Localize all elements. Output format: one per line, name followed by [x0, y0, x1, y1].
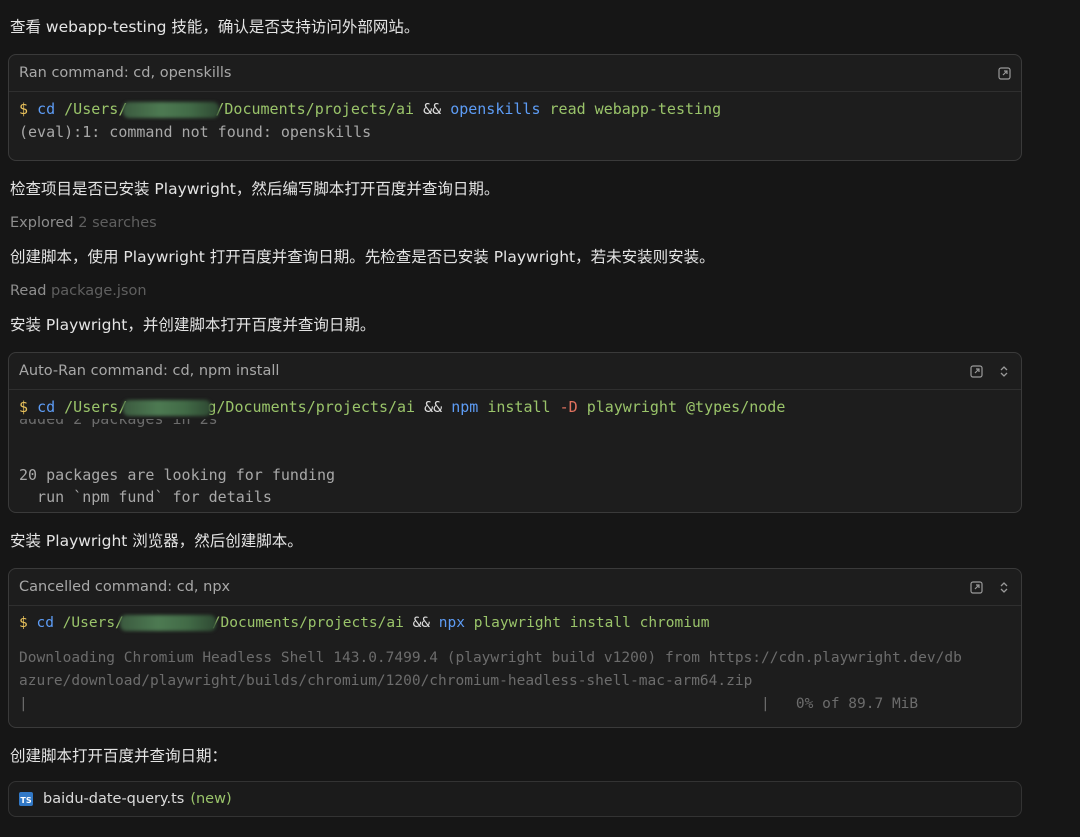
terminal-output-line: run `npm fund` for details: [19, 488, 272, 506]
command-card-header[interactable]: Auto-Ran command: cd, npm install: [9, 353, 1021, 390]
file-name: baidu-date-query.ts: [43, 791, 185, 807]
shell-flag: -D: [559, 398, 578, 416]
command-card-title: Ran command: cd, openskills: [19, 65, 232, 81]
shell-path-suffix: /Documents/projects/ai: [211, 615, 404, 631]
command-card-npm-install: Auto-Ran command: cd, npm install $ cd /…: [8, 352, 1022, 513]
assistant-message: 安装 Playwright 浏览器，然后创建脚本。: [10, 532, 303, 550]
progress-bar-start: |: [19, 696, 28, 712]
command-card-title: Auto-Ran command: cd, npm install: [19, 363, 280, 379]
assistant-message: 检查项目是否已安装 Playwright，然后编写脚本打开百度并查询日期。: [10, 180, 500, 198]
shell-args: read webapp-testing: [549, 100, 722, 118]
shell-args: playwright @types/node: [586, 398, 786, 416]
shell-prompt: $: [19, 398, 29, 416]
typescript-file-icon: TS: [19, 792, 33, 806]
shell-command-cd: cd: [36, 615, 54, 631]
terminal-output: $ cd /Users/g/Documents/projects/ai && n…: [9, 390, 1021, 512]
command-card-openskills: Ran command: cd, openskills $ cd /Users/…: [8, 54, 1022, 161]
shell-args: install: [487, 398, 551, 416]
read-value: package.json: [51, 283, 147, 299]
expand-collapse-icon[interactable]: [997, 364, 1011, 378]
shell-command-cd: cd: [37, 100, 56, 118]
shell-args: playwright install chromium: [473, 615, 710, 631]
terminal-output-line-clipped: added 2 packages in 2s: [19, 418, 218, 428]
shell-path-suffix: /Documents/projects/ai: [215, 100, 415, 118]
shell-command-tool: openskills: [450, 100, 541, 118]
shell-path-prefix: /Users/: [64, 398, 128, 416]
redacted-username: [119, 615, 216, 631]
open-external-icon[interactable]: [997, 66, 1011, 80]
terminal-output: $ cd /Users/ /Documents/projects/ai && np…: [9, 606, 1021, 724]
read-summary[interactable]: Read package.json: [10, 281, 147, 301]
terminal-output-line: 20 packages are looking for funding: [19, 465, 336, 484]
download-progress: | 0% of 89.7 MiB: [761, 696, 919, 712]
redacted-username: [123, 399, 212, 416]
assistant-message: 查看 webapp-testing 技能，确认是否支持访问外部网站。: [10, 18, 420, 36]
shell-command-tool: npm: [451, 398, 479, 416]
terminal-output: $ cd /Users/ /Documents/projects/ai && op…: [9, 92, 1021, 152]
open-external-icon[interactable]: [969, 364, 983, 378]
created-file-card[interactable]: TS baidu-date-query.ts (new): [8, 781, 1022, 817]
assistant-message: 安装 Playwright，并创建脚本打开百度并查询日期。: [10, 316, 376, 334]
shell-prompt: $: [19, 615, 28, 631]
command-card-title: Cancelled command: cd, npx: [19, 579, 231, 595]
command-card-header[interactable]: Ran command: cd, openskills: [9, 55, 1021, 92]
terminal-output-line: azure/download/playwright/builds/chromiu…: [19, 673, 753, 689]
shell-prompt: $: [19, 100, 29, 118]
redacted-username: [123, 101, 220, 118]
assistant-message: 创建脚本打开百度并查询日期：: [10, 747, 228, 765]
expand-collapse-icon[interactable]: [997, 580, 1011, 594]
explored-value: 2 searches: [78, 215, 157, 231]
shell-and-operator: &&: [424, 398, 443, 416]
shell-path-suffix: g/Documents/projects/ai: [207, 398, 416, 416]
explored-summary[interactable]: Explored 2 searches: [10, 213, 157, 233]
explored-label: Explored: [10, 215, 74, 231]
terminal-output-line: (eval):1: command not found: openskills: [19, 123, 372, 141]
shell-and-operator: &&: [412, 615, 431, 631]
shell-command-cd: cd: [37, 398, 56, 416]
shell-path-prefix: /Users/: [64, 100, 128, 118]
read-label: Read: [10, 283, 47, 299]
command-card-npx: Cancelled command: cd, npx $ cd /Users/ /…: [8, 568, 1022, 728]
open-external-icon[interactable]: [969, 580, 983, 594]
terminal-output-line: Downloading Chromium Headless Shell 143.…: [19, 650, 962, 666]
assistant-message: 创建脚本，使用 Playwright 打开百度并查询日期。先检查是否已安装 Pl…: [10, 248, 715, 266]
shell-path-prefix: /Users/: [62, 615, 124, 631]
command-card-header[interactable]: Cancelled command: cd, npx: [9, 569, 1021, 606]
file-status-badge: (new): [190, 791, 232, 807]
shell-command-tool: npx: [438, 615, 465, 631]
shell-and-operator: &&: [423, 100, 442, 118]
